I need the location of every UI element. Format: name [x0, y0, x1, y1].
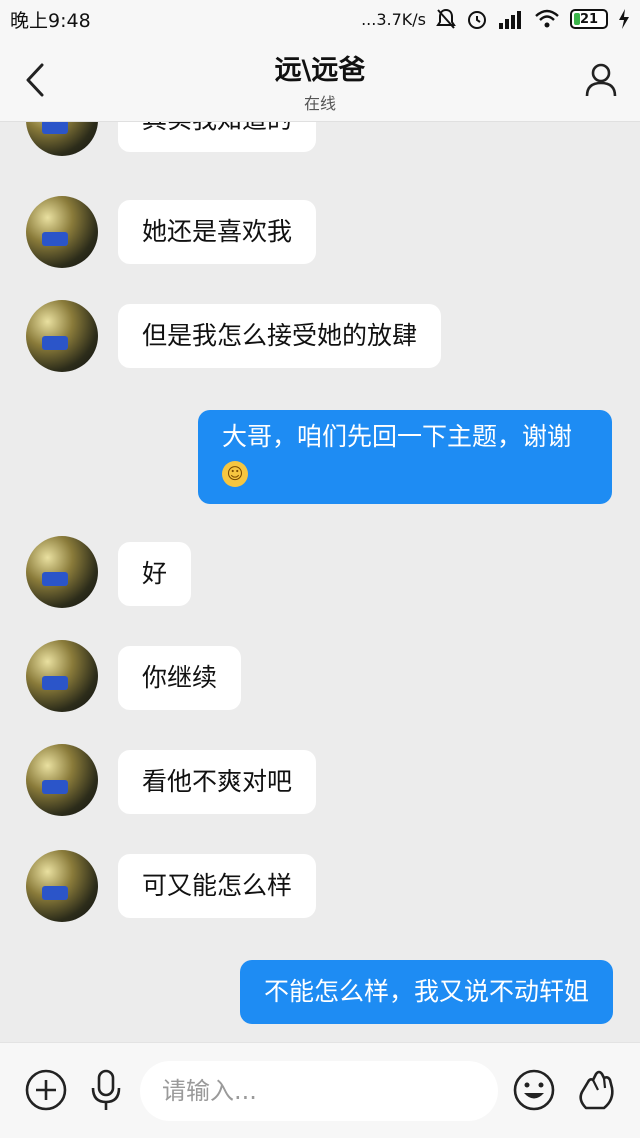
avatar[interactable] [26, 300, 98, 372]
incoming-message-bubble[interactable]: 你继续 [118, 646, 242, 710]
status-icons: ...3.7K/s 21 [361, 8, 630, 30]
online-status: 在线 [303, 94, 336, 113]
signal-icon [499, 11, 521, 29]
incoming-message-bubble[interactable]: 好 [118, 542, 192, 606]
battery-icon: 21 [570, 9, 608, 29]
message-list[interactable]: 其实我知道的 她还是喜欢我 但是我怎么接受她的放肆 大哥，咱们先回一下主题，谢谢… [0, 122, 640, 1042]
outgoing-message-bubble[interactable]: 不能怎么样，我又说不动轩姐 [239, 960, 613, 1024]
avatar[interactable] [26, 122, 98, 156]
message-input[interactable] [140, 1061, 498, 1121]
avatar[interactable] [26, 536, 98, 608]
message-row: 可又能怎么样 [0, 850, 640, 922]
message-row: 她还是喜欢我 [0, 196, 640, 268]
avatar[interactable] [26, 744, 98, 816]
hand-gesture-icon[interactable] [574, 1068, 618, 1112]
emoji-icon: ☺ [222, 461, 248, 487]
message-row: 不能怎么样，我又说不动轩姐 [0, 960, 640, 1026]
incoming-message-bubble[interactable]: 看他不爽对吧 [118, 750, 317, 814]
avatar[interactable] [26, 850, 98, 922]
wifi-icon [535, 9, 559, 28]
outgoing-message-bubble[interactable]: 大哥，咱们先回一下主题，谢谢 ☺ [198, 410, 612, 504]
status-bar: 晚上9:48 ...3.7K/s 21 [0, 0, 640, 38]
incoming-message-bubble[interactable]: 但是我怎么接受她的放肆 [118, 304, 442, 368]
charging-icon [619, 9, 629, 29]
message-row: 好 [0, 536, 640, 608]
outgoing-message-text: 大哥，咱们先回一下主题，谢谢 [222, 422, 573, 451]
message-row: 你继续 [0, 640, 640, 712]
battery-level: 21 [579, 11, 599, 27]
message-row: 其实我知道的 [0, 122, 640, 162]
incoming-message-bubble[interactable]: 可又能怎么样 [118, 854, 317, 918]
incoming-message-bubble[interactable]: 她还是喜欢我 [118, 200, 317, 264]
message-row: 但是我怎么接受她的放肆 [0, 300, 640, 372]
input-bar [0, 1042, 640, 1138]
avatar[interactable] [26, 196, 98, 268]
smiley-icon[interactable] [512, 1068, 556, 1112]
message-row: 看他不爽对吧 [0, 744, 640, 816]
chat-header: 远\远爸 在线 [0, 38, 640, 122]
contact-name: 远\远爸 [274, 55, 366, 86]
plus-circle-icon[interactable] [24, 1068, 68, 1112]
network-speed: ...3.7K/s [361, 9, 426, 29]
avatar[interactable] [26, 640, 98, 712]
status-time: 晚上9:48 [10, 9, 91, 32]
profile-button[interactable] [584, 62, 618, 98]
message-row: 大哥，咱们先回一下主题，谢谢 ☺ [0, 410, 640, 506]
bell-off-icon [436, 8, 456, 29]
incoming-message-bubble[interactable]: 其实我知道的 [118, 122, 317, 152]
alarm-icon [468, 11, 486, 29]
microphone-icon[interactable] [84, 1068, 128, 1112]
